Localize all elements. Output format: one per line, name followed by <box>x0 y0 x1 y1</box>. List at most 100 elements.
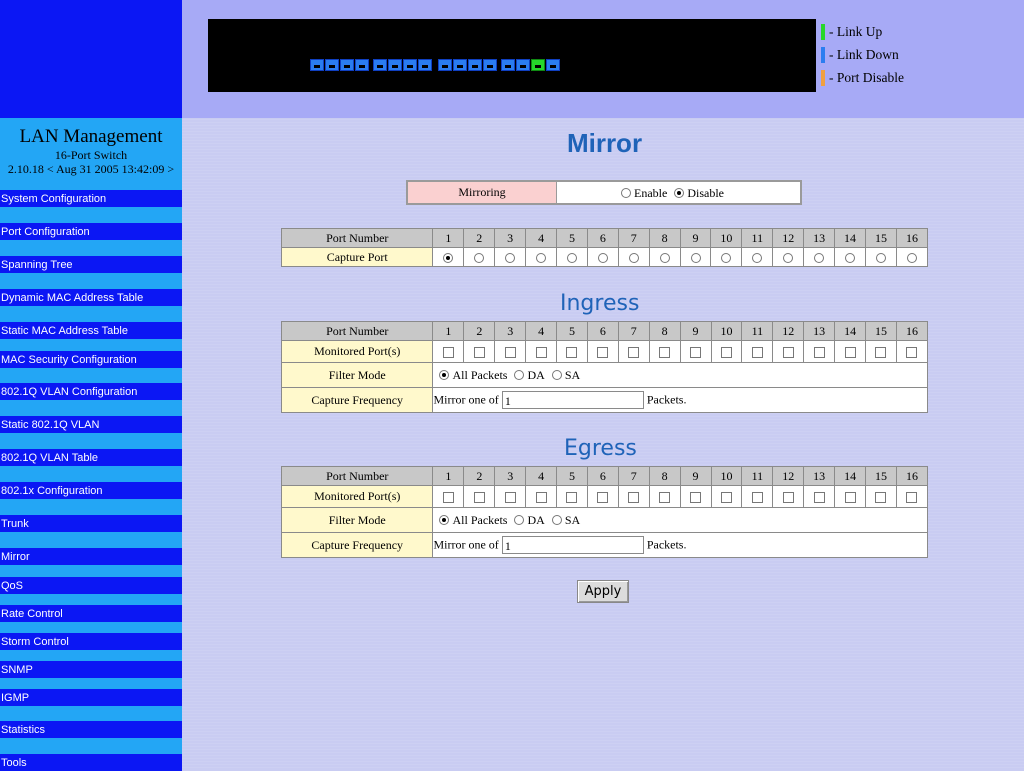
egress-monitored-port-6-checkbox[interactable] <box>597 491 609 503</box>
sidebar-item-mirror[interactable]: Mirror <box>0 548 182 565</box>
capture-port-cell <box>772 247 805 267</box>
capture-port-16-radio[interactable] <box>906 252 917 263</box>
capture-port-7-radio[interactable] <box>628 252 639 263</box>
mirroring-enable-radio[interactable] <box>621 188 631 199</box>
capture-port-15-radio[interactable] <box>875 252 886 263</box>
egress-filter-all-radio[interactable] <box>439 515 450 526</box>
ingress-monitored-port-15-checkbox[interactable] <box>875 346 887 358</box>
sidebar-item-tools[interactable]: Tools <box>0 754 182 771</box>
egress-monitored-port-7-checkbox[interactable] <box>628 491 640 503</box>
ingress-monitored-port-6-checkbox[interactable] <box>597 346 609 358</box>
capture-port-2-radio[interactable] <box>474 252 485 263</box>
ingress-monitored-port-8-checkbox[interactable] <box>659 346 671 358</box>
sidebar-item-mac-security-configuration[interactable]: MAC Security Configuration <box>0 351 182 368</box>
apply-button[interactable]: Apply <box>577 580 629 603</box>
port-number-header: Port Number <box>280 321 434 341</box>
sidebar-item-port-configuration[interactable]: Port Configuration <box>0 223 182 240</box>
filter-sa-label: SA <box>564 512 581 527</box>
mirroring-disable-radio[interactable] <box>674 188 685 199</box>
sidebar-item-qos[interactable]: QoS <box>0 577 182 594</box>
port-15-status-icon <box>531 59 545 71</box>
port-1-status-icon <box>310 59 324 71</box>
sidebar-item-static-802-1q-vlan[interactable]: Static 802.1Q VLAN <box>0 416 182 433</box>
capture-port-8-radio[interactable] <box>659 252 670 263</box>
ingress-monitored-port-11-checkbox[interactable] <box>751 346 763 358</box>
ingress-filter-all-radio[interactable] <box>439 370 450 381</box>
capture-port-13-radio[interactable] <box>814 252 825 263</box>
sidebar-item-snmp[interactable]: SNMP <box>0 661 182 678</box>
egress-monitored-port-15-checkbox[interactable] <box>875 491 887 503</box>
ingress-monitored-port-13-checkbox[interactable] <box>813 346 825 358</box>
ingress-monitored-port-5-checkbox[interactable] <box>566 346 578 358</box>
capture-port-1-radio[interactable] <box>443 252 454 263</box>
capture-port-4-radio[interactable] <box>536 252 547 263</box>
sidebar-item-802-1q-vlan-table[interactable]: 802.1Q VLAN Table <box>0 449 182 466</box>
port-number-15: 15 <box>865 228 897 248</box>
capture-port-cell <box>494 247 527 267</box>
egress-monitored-port-8-checkbox[interactable] <box>659 491 671 503</box>
port-11-status-icon <box>468 59 482 71</box>
egress-monitored-port-13-checkbox[interactable] <box>813 491 825 503</box>
egress-monitored-port-16-checkbox[interactable] <box>906 491 918 503</box>
capture-port-3-radio[interactable] <box>505 252 516 263</box>
ingress-frequency-row: Capture Frequency Mirror one of 1 Packet… <box>280 387 928 413</box>
ingress-monitored-port-7-checkbox[interactable] <box>628 346 640 358</box>
port-12-status-icon <box>483 59 497 71</box>
egress-filter-da-radio[interactable] <box>514 515 525 526</box>
capture-port-11-radio[interactable] <box>752 252 763 263</box>
ingress-monitored-port-12-checkbox[interactable] <box>782 346 794 358</box>
sidebar-item-storm-control[interactable]: Storm Control <box>0 633 182 650</box>
port-number-2: 2 <box>463 466 496 486</box>
capture-port-cell <box>617 247 650 267</box>
egress-monitored-port-5-checkbox[interactable] <box>566 491 578 503</box>
sidebar-item-trunk[interactable]: Trunk <box>0 515 182 532</box>
egress-frequency-input[interactable]: 1 <box>501 536 644 554</box>
ingress-monitored-port-1-checkbox[interactable] <box>442 346 454 358</box>
egress-monitored-port-12-checkbox[interactable] <box>782 491 794 503</box>
port-number-15: 15 <box>865 321 897 341</box>
port-number-12: 12 <box>772 321 805 341</box>
ingress-monitored-port-14-checkbox[interactable] <box>844 346 856 358</box>
egress-monitored-port-1-checkbox[interactable] <box>442 491 454 503</box>
egress-filter-sa-radio[interactable] <box>551 515 562 526</box>
ingress-filter-sa-radio[interactable] <box>551 370 562 381</box>
sidebar-item-static-mac-address-table[interactable]: Static MAC Address Table <box>0 322 182 339</box>
ingress-monitored-port-4-checkbox[interactable] <box>535 346 547 358</box>
capture-port-14-radio[interactable] <box>845 252 856 263</box>
capture-port-6-radio[interactable] <box>597 252 608 263</box>
ingress-monitored-port-10-checkbox[interactable] <box>720 346 732 358</box>
egress-monitored-port-10-checkbox[interactable] <box>720 491 732 503</box>
ingress-filter-da-radio[interactable] <box>514 370 525 381</box>
sidebar-item-igmp[interactable]: IGMP <box>0 689 182 706</box>
ingress-monitored-port-2-checkbox[interactable] <box>473 346 485 358</box>
port-number-14: 14 <box>834 321 867 341</box>
egress-monitored-port-9-checkbox[interactable] <box>690 491 702 503</box>
sidebar-item-spanning-tree[interactable]: Spanning Tree <box>0 256 182 273</box>
ingress-monitored-port-9-checkbox[interactable] <box>690 346 702 358</box>
sidebar-item-system-configuration[interactable]: System Configuration <box>0 190 182 207</box>
ingress-frequency-input[interactable]: 1 <box>501 391 644 409</box>
egress-monitored-port-14-checkbox[interactable] <box>844 491 856 503</box>
sidebar-item-dynamic-mac-address-table[interactable]: Dynamic MAC Address Table <box>0 289 182 306</box>
brand-title: LAN Management <box>19 126 163 147</box>
capture-port-cell <box>432 247 465 267</box>
sidebar-item-802-1q-vlan-configuration[interactable]: 802.1Q VLAN Configuration <box>0 383 182 400</box>
capture-port-10-radio[interactable] <box>721 252 732 263</box>
egress-monitored-port-3-checkbox[interactable] <box>504 491 516 503</box>
port-number-11: 11 <box>741 466 774 486</box>
sidebar-item-statistics[interactable]: Statistics <box>0 721 182 738</box>
monitored-port-cell <box>679 340 712 363</box>
ingress-monitored-port-3-checkbox[interactable] <box>504 346 516 358</box>
legend-link-down: - Link Down <box>821 47 971 63</box>
capture-port-12-radio[interactable] <box>783 252 794 263</box>
monitored-port-cell <box>648 340 681 363</box>
sidebar-item-rate-control[interactable]: Rate Control <box>0 605 182 622</box>
ingress-monitored-port-16-checkbox[interactable] <box>906 346 918 358</box>
egress-monitored-port-11-checkbox[interactable] <box>751 491 763 503</box>
egress-monitored-port-2-checkbox[interactable] <box>473 491 485 503</box>
port-2-status-icon <box>325 59 339 71</box>
egress-monitored-port-4-checkbox[interactable] <box>535 491 547 503</box>
capture-port-5-radio[interactable] <box>566 252 577 263</box>
capture-port-9-radio[interactable] <box>690 252 701 263</box>
sidebar-item-802-1x-configuration[interactable]: 802.1x Configuration <box>0 482 182 499</box>
